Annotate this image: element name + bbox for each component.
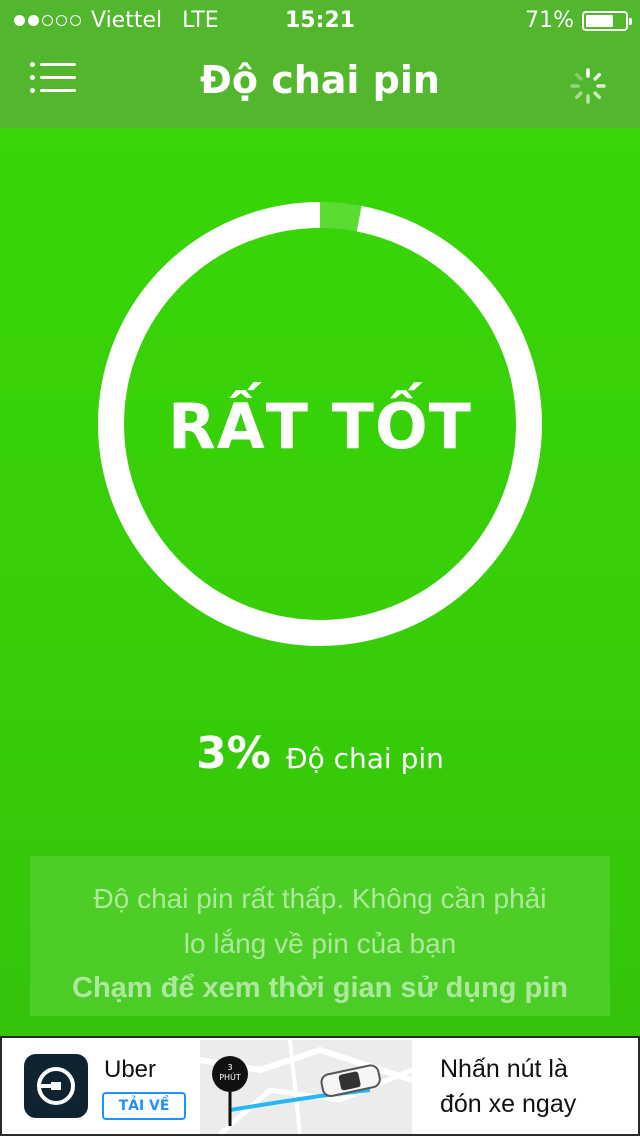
eta-pin: 3 PHÚT (212, 1056, 248, 1092)
refresh-button[interactable] (568, 66, 608, 106)
status-bar: Viettel LTE 15:21 71% (0, 0, 640, 40)
ad-download-button[interactable]: TẢI VỀ (102, 1092, 186, 1120)
gauge-label: RẤT TỐT (168, 390, 472, 463)
wear-label: Độ chai pin (285, 742, 444, 775)
ad-brand-name: Uber (104, 1056, 157, 1083)
ad-tagline-line1: Nhấn nút là (440, 1055, 568, 1083)
info-message-line1: Độ chai pin rất thấp. Không cần phải (93, 883, 547, 914)
ad-tagline: Nhấn nút là đón xe ngay (440, 1052, 630, 1122)
navigation-bar: Độ chai pin (0, 40, 640, 128)
status-right: 71% (525, 8, 632, 33)
ad-tagline-line2: đón xe ngay (440, 1090, 577, 1118)
top-bar: Viettel LTE 15:21 71% Độ chai pin (0, 0, 640, 128)
wear-stat: 3% Độ chai pin (0, 728, 640, 779)
uber-logo-icon (24, 1054, 88, 1118)
info-message-line2: lo lắng về pin của bạn (183, 928, 457, 959)
battery-icon (582, 10, 632, 31)
ad-banner[interactable]: Uber TẢI VỀ 3 PHÚT Nhấn nút là đón xe ng… (0, 1036, 640, 1136)
battery-percent: 71% (525, 8, 574, 33)
eta-number: 3 (227, 1063, 233, 1072)
tap-hint: Chạm để xem thời gian sử dụng pin (72, 972, 568, 1004)
wear-value: 3% (196, 728, 271, 779)
loading-spinner-icon (570, 68, 606, 104)
eta-unit: PHÚT (219, 1073, 241, 1082)
info-panel[interactable]: Độ chai pin rất thấp. Không cần phải lo … (30, 856, 610, 1016)
page-title: Độ chai pin (200, 58, 440, 102)
